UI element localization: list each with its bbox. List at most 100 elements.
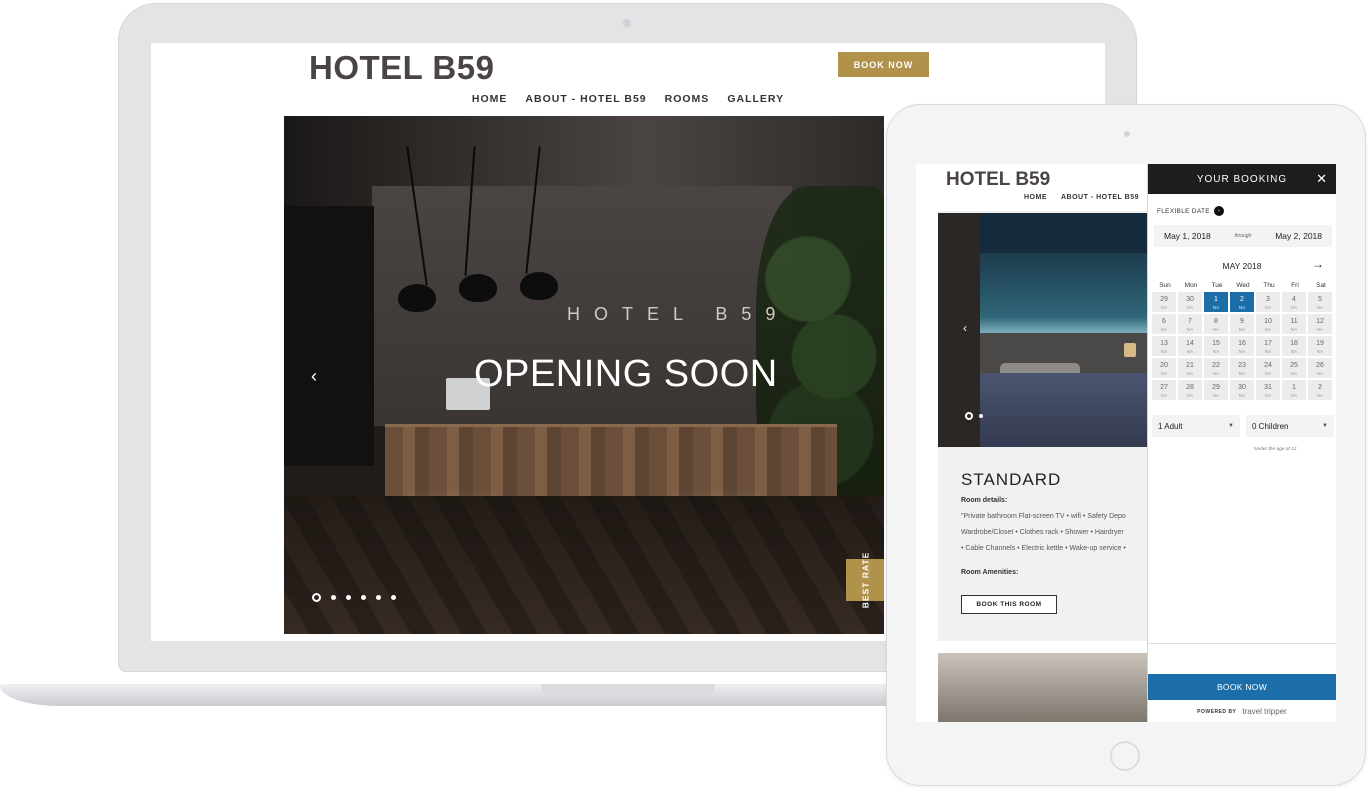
close-icon[interactable]: ✕ xyxy=(1316,171,1328,187)
adults-select[interactable]: 1 Adult ▼ xyxy=(1152,415,1240,437)
calendar-month: MAY 2018 xyxy=(1222,261,1262,271)
calendar-day[interactable]: 16 NA xyxy=(1230,336,1254,356)
adults-value: 1 Adult xyxy=(1158,421,1183,431)
calendar-day-number: 24 xyxy=(1264,362,1272,369)
calendar-week-row: 13 NA 14 NA 15 NA 16 NA 17 NA 18 NA 19 NA xyxy=(1152,336,1334,356)
calendar-day[interactable]: 30 NA xyxy=(1178,292,1202,312)
calendar-day-rate: NA xyxy=(1212,305,1220,310)
calendar-day-number: 9 xyxy=(1240,318,1244,325)
flexible-date-toggle[interactable]: › xyxy=(1213,206,1224,216)
calendar-day[interactable]: 10 NA xyxy=(1256,314,1280,334)
calendar-week-row: 27 NA 28 NA 29 NA 30 NA 31 NA 1 NA 2 NA xyxy=(1152,380,1334,400)
calendar-day[interactable]: 2 NA xyxy=(1308,380,1332,400)
calendar-day-rate: NA xyxy=(1290,371,1298,376)
book-this-room-button[interactable]: BOOK THIS ROOM xyxy=(961,595,1057,614)
calendar-day[interactable]: 22 NA xyxy=(1204,358,1228,378)
tablet-camera-icon xyxy=(1124,131,1130,137)
weekday-label: Thu xyxy=(1263,282,1275,289)
calendar-day-number: 13 xyxy=(1160,340,1168,347)
calendar-day[interactable]: 23 NA xyxy=(1230,358,1254,378)
booking-book-now-button[interactable]: BOOK NOW xyxy=(1148,674,1336,700)
calendar-day[interactable]: 25 NA xyxy=(1282,358,1306,378)
slider-dot[interactable] xyxy=(376,595,381,600)
slider-dot[interactable] xyxy=(331,595,336,600)
chevron-left-icon[interactable]: ‹ xyxy=(311,366,317,387)
powered-by-label: POWERED BY xyxy=(1197,708,1237,715)
calendar-day-rate: NA xyxy=(1238,305,1246,310)
calendar-day-number: 11 xyxy=(1290,318,1298,325)
check-out-date[interactable]: May 2, 2018 xyxy=(1275,231,1322,241)
slider-dot[interactable] xyxy=(346,595,351,600)
slider-dot[interactable] xyxy=(312,593,321,602)
tablet-nav-item-about[interactable]: ABOUT - HOTEL B59 xyxy=(1061,194,1139,201)
calendar-weekdays: Sun Mon Tue Wed Thu Fri Sat xyxy=(1152,282,1334,289)
children-age-note: *under the age of 12 xyxy=(1253,447,1297,452)
calendar-day[interactable]: 4 NA xyxy=(1282,292,1306,312)
hero-title: OPENING SOON xyxy=(474,353,778,395)
calendar-day[interactable]: 8 NA xyxy=(1204,314,1228,334)
calendar-week-row: 20 NA 21 NA 22 NA 23 NA 24 NA 25 NA 26 NA xyxy=(1152,358,1334,378)
calendar-day[interactable]: 17 NA xyxy=(1256,336,1280,356)
calendar-day[interactable]: 27 NA xyxy=(1152,380,1176,400)
calendar-day[interactable]: 28 NA xyxy=(1178,380,1202,400)
slider-dot[interactable] xyxy=(361,595,366,600)
best-rate-label: BEST RATE xyxy=(860,551,871,609)
calendar-day-rate: NA xyxy=(1212,371,1220,376)
calendar-day[interactable]: 5 NA xyxy=(1308,292,1332,312)
guest-selects: 1 Adult ▼ 0 Children ▼ xyxy=(1152,415,1334,437)
calendar-day[interactable]: 24 NA xyxy=(1256,358,1280,378)
calendar-day[interactable]: 11 NA xyxy=(1282,314,1306,334)
calendar-day[interactable]: 9 NA xyxy=(1230,314,1254,334)
weekday-label: Sun xyxy=(1159,282,1171,289)
chevron-left-icon[interactable]: ‹ xyxy=(963,321,967,335)
calendar-day[interactable]: 19 NA xyxy=(1308,336,1332,356)
tablet-site-logo[interactable]: HOTEL B59 xyxy=(946,169,1050,191)
room-details-label: Room details: xyxy=(961,497,1008,504)
calendar-day[interactable]: 14 NA xyxy=(1178,336,1202,356)
calendar-day[interactable]: 1 NA xyxy=(1204,292,1228,312)
arrow-right-icon[interactable]: → xyxy=(1312,257,1324,271)
calendar-day-rate: NA xyxy=(1264,349,1272,354)
calendar-day[interactable]: 29 NA xyxy=(1204,380,1228,400)
slider-dot[interactable] xyxy=(391,595,396,600)
calendar-day[interactable]: 2 NA xyxy=(1230,292,1254,312)
photo-dot[interactable] xyxy=(979,414,983,418)
calendar-day[interactable]: 20 NA xyxy=(1152,358,1176,378)
calendar-day[interactable]: 15 NA xyxy=(1204,336,1228,356)
calendar-day[interactable]: 29 NA xyxy=(1152,292,1176,312)
hero-image-doorway xyxy=(284,206,374,466)
calendar-day[interactable]: 13 NA xyxy=(1152,336,1176,356)
calendar-day-rate: NA xyxy=(1160,371,1168,376)
room-photo-secondary xyxy=(938,653,1150,722)
calendar-day-number: 16 xyxy=(1238,340,1246,347)
calendar-week-row: 6 NA 7 NA 8 NA 9 NA 10 NA 11 NA 12 NA xyxy=(1152,314,1334,334)
calendar-day[interactable]: 6 NA xyxy=(1152,314,1176,334)
best-rate-tab[interactable]: BEST RATE xyxy=(846,552,884,608)
calendar-day[interactable]: 7 NA xyxy=(1178,314,1202,334)
room-photo: ‹ xyxy=(938,213,1148,447)
calendar-day[interactable]: 3 NA xyxy=(1256,292,1280,312)
calendar-day[interactable]: 21 NA xyxy=(1178,358,1202,378)
calendar-week-row: 29 NA 30 NA 1 NA 2 NA 3 NA 4 NA 5 NA xyxy=(1152,292,1334,312)
photo-dot[interactable] xyxy=(965,412,973,420)
calendar-day-rate: NA xyxy=(1238,349,1246,354)
calendar-day[interactable]: 12 NA xyxy=(1308,314,1332,334)
tablet-nav-item-home[interactable]: HOME xyxy=(1024,194,1047,201)
calendar-day-number: 14 xyxy=(1186,340,1194,347)
check-in-date[interactable]: May 1, 2018 xyxy=(1164,231,1211,241)
calendar-day[interactable]: 18 NA xyxy=(1282,336,1306,356)
children-select[interactable]: 0 Children ▼ xyxy=(1246,415,1334,437)
book-now-button[interactable]: BOOK NOW xyxy=(838,52,929,77)
calendar-day[interactable]: 31 NA xyxy=(1256,380,1280,400)
date-range[interactable]: May 1, 2018 through May 2, 2018 xyxy=(1154,225,1332,247)
calendar-day[interactable]: 30 NA xyxy=(1230,380,1254,400)
calendar-day[interactable]: 1 NA xyxy=(1282,380,1306,400)
calendar-day-rate: NA xyxy=(1160,305,1168,310)
calendar-day-rate: NA xyxy=(1186,327,1194,332)
room-photo-lamp xyxy=(1124,343,1136,357)
flexible-date-row: FLEXIBLE DATE › xyxy=(1157,206,1224,216)
calendar-day-rate: NA xyxy=(1316,349,1324,354)
calendar-day[interactable]: 26 NA xyxy=(1308,358,1332,378)
calendar-day-rate: NA xyxy=(1264,371,1272,376)
site-logo[interactable]: HOTEL B59 xyxy=(309,49,494,87)
